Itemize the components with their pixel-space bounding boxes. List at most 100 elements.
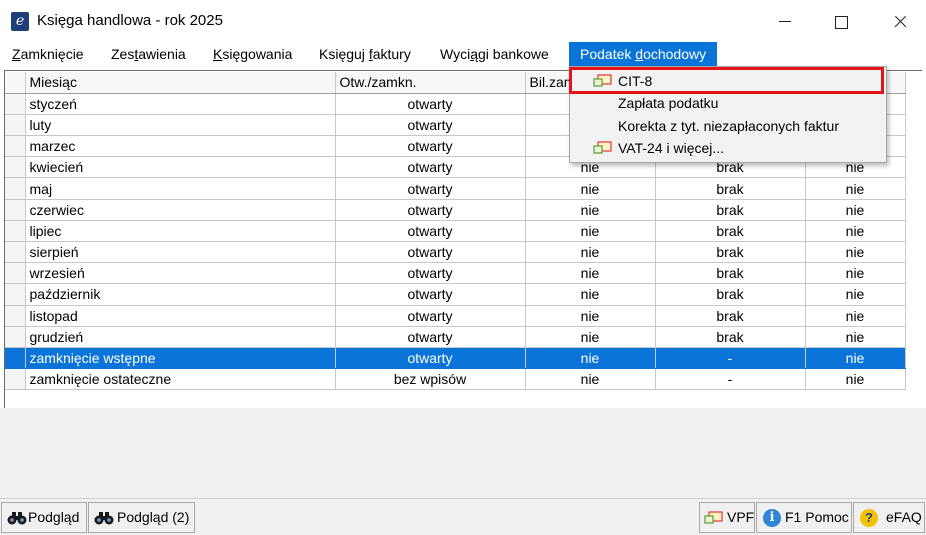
close-button[interactable] xyxy=(885,8,915,34)
cell-col5: nie xyxy=(805,368,906,391)
cell-month: marzec xyxy=(25,135,336,158)
table-row[interactable]: zamknięcie wstępne otwarty nie - nie xyxy=(5,347,906,370)
cell-col4: - xyxy=(655,368,806,391)
cell-month: czerwiec xyxy=(25,199,336,221)
cell-col4: brak xyxy=(655,177,806,200)
cell-col5: nie xyxy=(805,326,906,348)
cell-col4: brak xyxy=(655,283,806,306)
menu-item-korekta[interactable]: Korekta z tyt. niezapłaconych faktur xyxy=(570,115,886,137)
minimize-button[interactable] xyxy=(770,8,800,34)
menu-zestawienia[interactable]: Zestawienia xyxy=(111,42,186,66)
row-indicator xyxy=(5,177,26,200)
table-row[interactable]: lipiec otwarty nie brak nie xyxy=(5,220,906,243)
table-row[interactable]: maj otwarty nie brak nie xyxy=(5,177,906,200)
binoculars-icon xyxy=(7,512,27,525)
question-icon: ? xyxy=(860,509,878,527)
cell-col4: brak xyxy=(655,241,806,264)
menu-ksiegowania[interactable]: Księgowania xyxy=(213,42,292,66)
cell-month: październik xyxy=(25,283,336,306)
form-icon xyxy=(704,511,723,524)
cell-state: otwarty xyxy=(335,326,526,348)
cell-col5: nie xyxy=(805,220,906,243)
row-indicator xyxy=(5,305,26,327)
cell-bil-zam: nie xyxy=(525,305,656,327)
cell-month: luty xyxy=(25,114,336,137)
cell-col5: nie xyxy=(805,199,906,221)
row-indicator-header xyxy=(5,72,26,94)
cell-col5: nie xyxy=(805,262,906,285)
cell-state: otwarty xyxy=(335,199,526,221)
row-indicator xyxy=(5,326,26,348)
cell-month: lipiec xyxy=(25,220,336,243)
cell-state: otwarty xyxy=(335,135,526,158)
row-indicator xyxy=(5,347,26,370)
table-row[interactable]: sierpień otwarty nie brak nie xyxy=(5,241,906,264)
efaq-button[interactable]: ? eFAQ xyxy=(853,502,925,533)
cell-bil-zam: nie xyxy=(525,347,656,370)
row-indicator xyxy=(5,114,26,137)
row-indicator xyxy=(5,93,26,115)
menu-item-vat24[interactable]: VAT-24 i więcej... xyxy=(570,137,886,159)
vpf-button[interactable]: VPF xyxy=(699,502,755,533)
table-row[interactable]: czerwiec otwarty nie brak nie xyxy=(5,199,906,221)
cell-col5: nie xyxy=(805,177,906,200)
cell-bil-zam: nie xyxy=(525,177,656,200)
row-indicator xyxy=(5,368,26,391)
cell-month: maj xyxy=(25,177,336,200)
cell-col4: - xyxy=(655,347,806,370)
cell-bil-zam: nie xyxy=(525,220,656,243)
row-indicator xyxy=(5,135,26,158)
menu-wyciagi-bankowe[interactable]: Wyciągi bankowe xyxy=(440,42,549,66)
cell-bil-zam: nie xyxy=(525,199,656,221)
cell-state: bez wpisów xyxy=(335,368,526,391)
cell-bil-zam: nie xyxy=(525,326,656,348)
column-header-state[interactable]: Otw./zamkn. xyxy=(335,72,526,94)
cell-month: styczeń xyxy=(25,93,336,115)
row-indicator xyxy=(5,199,26,221)
table-row[interactable]: listopad otwarty nie brak nie xyxy=(5,305,906,327)
table-row[interactable]: grudzień otwarty nie brak nie xyxy=(5,326,906,348)
cell-state: otwarty xyxy=(335,93,526,115)
cell-month: listopad xyxy=(25,305,336,327)
row-indicator xyxy=(5,283,26,306)
info-icon: i xyxy=(763,509,781,527)
window-title: Księga handlowa - rok 2025 xyxy=(37,12,223,29)
cell-month: kwiecień xyxy=(25,156,336,179)
table-row[interactable]: wrzesień otwarty nie brak nie xyxy=(5,262,906,285)
table-row[interactable]: zamknięcie ostateczne bez wpisów nie - nie xyxy=(5,368,906,391)
status-bar: Podgląd Podgląd (2) VPF i F1 Pomoc ? eFA… xyxy=(0,498,926,535)
cell-col5: nie xyxy=(805,347,906,370)
menu-zamkniecie[interactable]: Zamknięcie xyxy=(12,42,84,66)
cell-state: otwarty xyxy=(335,241,526,264)
help-button[interactable]: i F1 Pomoc xyxy=(756,502,852,533)
row-indicator xyxy=(5,220,26,243)
cell-bil-zam: nie xyxy=(525,241,656,264)
cell-state: otwarty xyxy=(335,220,526,243)
menu-podatek-dochodowy[interactable]: Podatek dochodowy xyxy=(569,42,718,66)
menu-bar: Zamknięcie Zestawienia Księgowania Księg… xyxy=(0,42,926,66)
cell-month: sierpień xyxy=(25,241,336,264)
cell-col4: brak xyxy=(655,326,806,348)
cell-state: otwarty xyxy=(335,114,526,137)
cell-col4: brak xyxy=(655,262,806,285)
cell-bil-zam: nie xyxy=(525,262,656,285)
row-indicator xyxy=(5,241,26,264)
cit8-highlight-box xyxy=(569,67,884,94)
menu-ksieguj-faktury[interactable]: Księguj faktury xyxy=(319,42,411,66)
cell-month: zamknięcie wstępne xyxy=(25,347,336,370)
cell-state: otwarty xyxy=(335,156,526,179)
preview2-button[interactable]: Podgląd (2) xyxy=(88,502,195,533)
cell-state: otwarty xyxy=(335,283,526,306)
cell-col5: nie xyxy=(805,283,906,306)
table-row[interactable]: październik otwarty nie brak nie xyxy=(5,283,906,306)
app-logo-icon: e xyxy=(11,12,29,31)
cell-col4: brak xyxy=(655,305,806,327)
menu-item-zaplata-podatku[interactable]: Zapłata podatku xyxy=(570,92,886,114)
cell-month: grudzień xyxy=(25,326,336,348)
cell-state: otwarty xyxy=(335,177,526,200)
maximize-button[interactable] xyxy=(826,8,856,34)
column-header-month[interactable]: Miesiąc xyxy=(25,72,336,94)
cell-col4: brak xyxy=(655,220,806,243)
cell-month: zamknięcie ostateczne xyxy=(25,368,336,391)
preview-button[interactable]: Podgląd xyxy=(1,502,87,533)
